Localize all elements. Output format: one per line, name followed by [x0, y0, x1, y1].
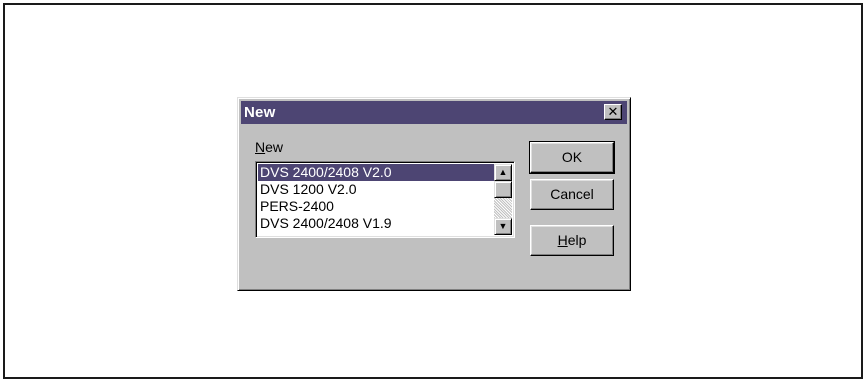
- dialog-title: New: [244, 104, 276, 121]
- vertical-scrollbar[interactable]: ▲ ▼: [494, 164, 512, 235]
- list-item[interactable]: DVS 2400/2408 V2.0: [258, 164, 496, 181]
- help-button[interactable]: Help: [530, 225, 614, 256]
- new-dialog: New ✕ New DVS 2400/2408 V2.0 DVS 1200 V2…: [237, 97, 631, 291]
- close-icon: ✕: [607, 104, 619, 119]
- close-button[interactable]: ✕: [604, 104, 622, 120]
- ok-button[interactable]: OK: [529, 141, 615, 174]
- scroll-down-icon: ▼: [498, 221, 508, 231]
- template-listbox[interactable]: DVS 2400/2408 V2.0 DVS 1200 V2.0 PERS-24…: [255, 161, 515, 238]
- list-items: DVS 2400/2408 V2.0 DVS 1200 V2.0 PERS-24…: [258, 164, 496, 232]
- scroll-up-button[interactable]: ▲: [494, 164, 512, 181]
- cancel-button[interactable]: Cancel: [530, 179, 614, 210]
- list-label: New: [255, 139, 284, 155]
- list-item[interactable]: PERS-2400: [258, 198, 496, 215]
- title-bar[interactable]: New ✕: [241, 101, 627, 124]
- list-item[interactable]: DVS 2400/2408 V1.9: [258, 215, 496, 232]
- list-item[interactable]: DVS 1200 V2.0: [258, 181, 496, 198]
- scroll-down-button[interactable]: ▼: [494, 218, 512, 235]
- scroll-up-icon: ▲: [498, 167, 508, 177]
- scroll-thumb[interactable]: [494, 181, 512, 198]
